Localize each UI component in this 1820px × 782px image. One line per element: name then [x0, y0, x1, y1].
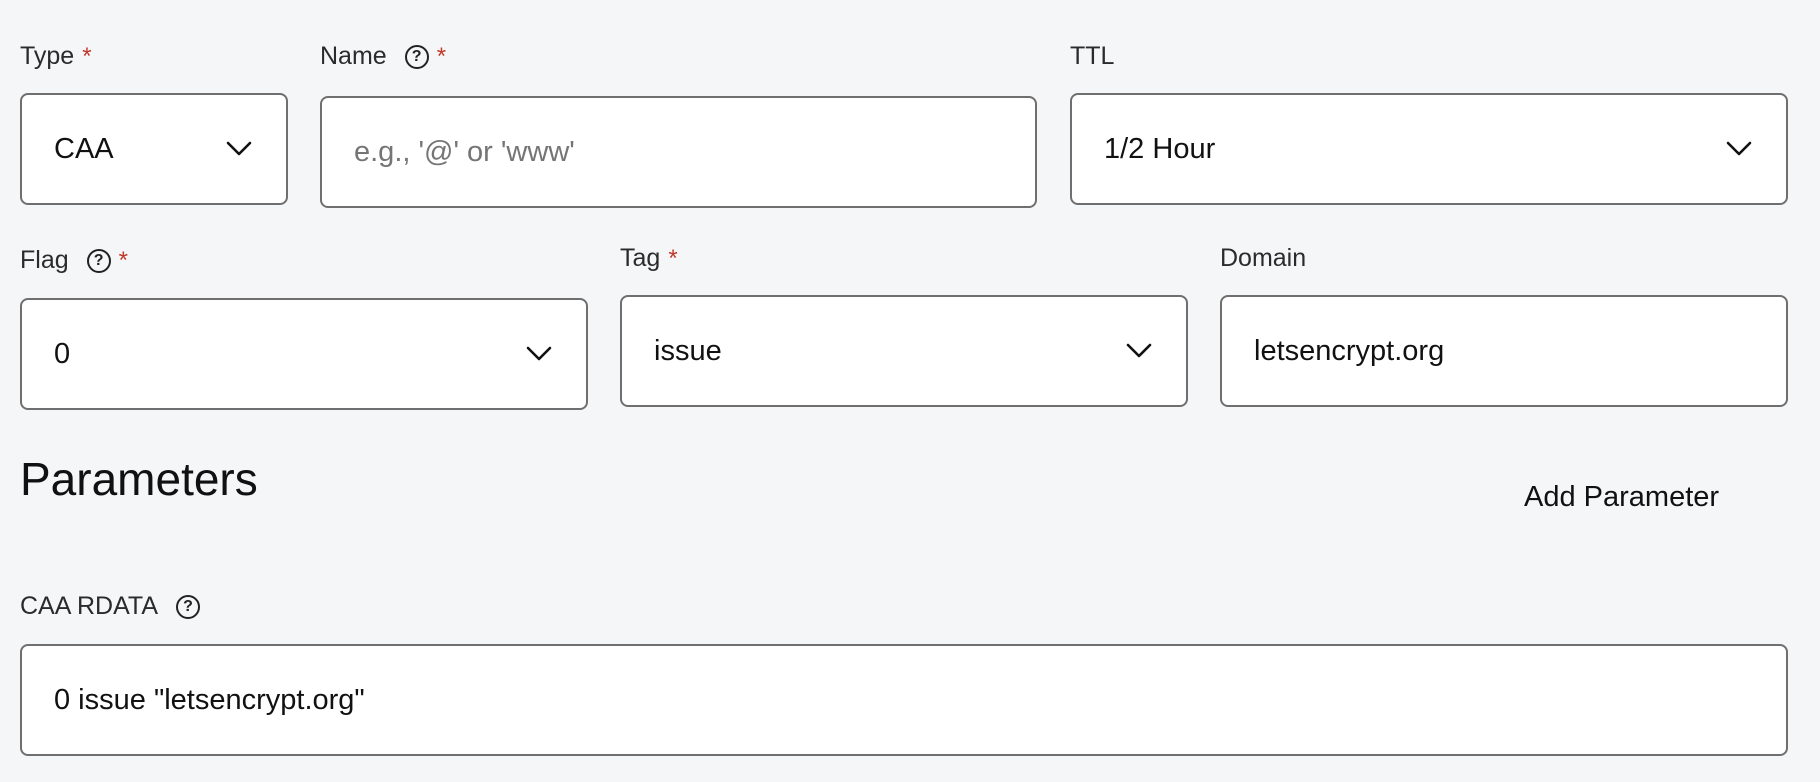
name-label-row: Name ? * — [320, 42, 446, 71]
ttl-label: TTL — [1070, 42, 1115, 70]
name-required-marker: * — [436, 42, 447, 70]
ttl-select-value: 1/2 Hour — [1104, 132, 1216, 165]
tag-label-row: Tag * — [620, 244, 678, 273]
rdata-field[interactable]: 0 issue "letsencrypt.org" — [20, 644, 1788, 756]
type-label-row: Type * — [20, 42, 92, 71]
tag-required-marker: * — [668, 244, 678, 272]
add-parameter-button[interactable]: Add Parameter — [1524, 481, 1719, 514]
dns-record-form: Type * Name ? * TTL CAA 1/2 Hour Flag ? … — [0, 0, 1820, 782]
flag-label: Flag — [20, 246, 69, 274]
type-label: Type — [20, 42, 75, 70]
tag-select-value: issue — [654, 334, 722, 367]
domain-label: Domain — [1220, 244, 1307, 272]
name-label: Name — [320, 42, 387, 70]
type-select-value: CAA — [54, 132, 114, 165]
type-select[interactable]: CAA — [20, 93, 288, 205]
type-required-marker: * — [82, 42, 92, 70]
chevron-down-icon — [1726, 141, 1752, 156]
tag-label: Tag — [620, 244, 661, 272]
flag-help-icon[interactable]: ? — [86, 248, 111, 273]
rdata-label-row: CAA RDATA ? — [20, 592, 200, 621]
ttl-label-row: TTL — [1070, 42, 1114, 71]
chevron-down-icon — [226, 141, 252, 156]
rdata-label: CAA RDATA — [20, 592, 158, 620]
flag-select-value: 0 — [54, 337, 71, 370]
chevron-down-icon — [1126, 343, 1152, 358]
flag-required-marker: * — [118, 246, 128, 274]
domain-input[interactable]: letsencrypt.org — [1220, 295, 1788, 407]
tag-select[interactable]: issue — [620, 295, 1188, 407]
name-input[interactable] — [320, 96, 1037, 208]
name-help-icon[interactable]: ? — [404, 44, 429, 69]
chevron-down-icon — [526, 346, 552, 361]
domain-label-row: Domain — [1220, 244, 1306, 273]
ttl-select[interactable]: 1/2 Hour — [1070, 93, 1788, 205]
flag-label-row: Flag ? * — [20, 246, 128, 275]
rdata-help-icon[interactable]: ? — [176, 594, 200, 619]
domain-input-value: letsencrypt.org — [1254, 334, 1445, 367]
rdata-value: 0 issue "letsencrypt.org" — [54, 683, 365, 716]
flag-select[interactable]: 0 — [20, 298, 588, 410]
parameters-heading: Parameters — [20, 453, 258, 505]
